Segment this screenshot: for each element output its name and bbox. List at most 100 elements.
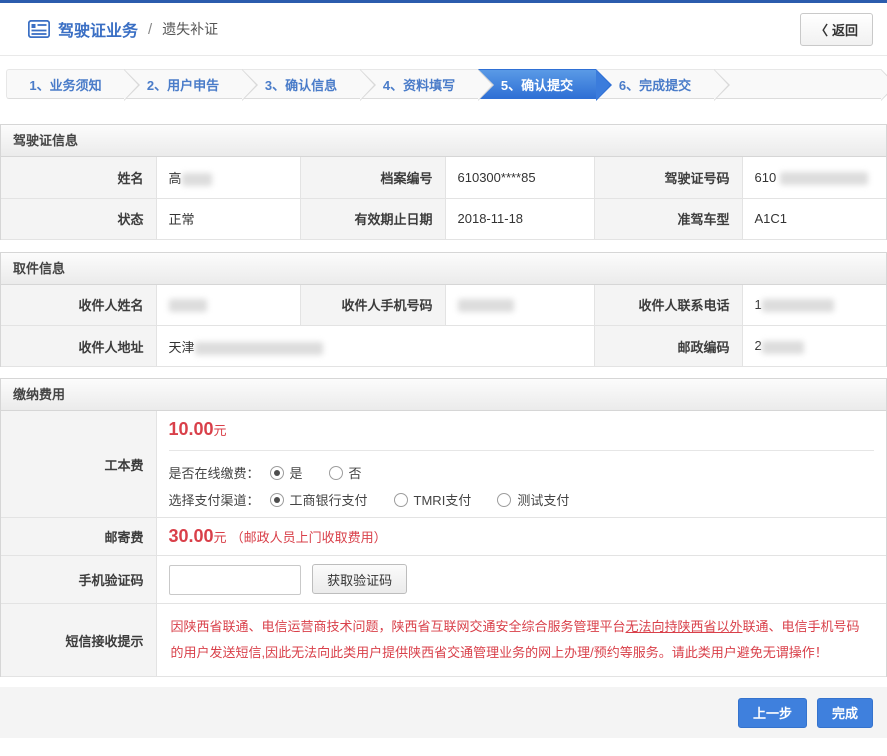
redacted-blur xyxy=(195,342,323,355)
license-no-label: 驾驶证号码 xyxy=(594,157,742,198)
step-label: 6、完成提交 xyxy=(619,75,691,94)
sms-notice-text: 因陕西省联通、电信运营商技术问题，陕西省互联网交通安全综合服务管理平台无法向持陕… xyxy=(156,604,886,677)
redacted-blur xyxy=(458,299,514,312)
production-fee-cell: 10.00元 是否在线缴费： 是 否 选择支付渠道： xyxy=(156,411,886,518)
sms-code-label: 手机验证码 xyxy=(1,556,156,604)
recipient-address-label: 收件人地址 xyxy=(1,326,156,367)
recipient-phone-value-visible: 1 xyxy=(755,297,762,312)
recipient-phone-label: 收件人联系电话 xyxy=(594,285,742,326)
redacted-blur xyxy=(169,299,207,312)
radio-online-no[interactable]: 否 xyxy=(329,463,362,482)
vehicle-class-value: A1C1 xyxy=(742,198,886,239)
table-row: 收件人地址 天津 邮政编码 2 xyxy=(1,326,886,367)
back-button[interactable]: 〈 返回 xyxy=(800,13,873,46)
sms-notice-part2-underlined: 无法向持陕西省以外 xyxy=(626,619,743,634)
table-row: 短信接收提示 因陕西省联通、电信运营商技术问题，陕西省互联网交通安全综合服务管理… xyxy=(1,604,886,677)
step-4-fill-data[interactable]: 4、资料填写 xyxy=(360,69,478,99)
recipient-address-value-visible: 天津 xyxy=(169,340,195,355)
postage-fee-note: （邮政人员上门收取费用） xyxy=(231,530,387,545)
step-5-confirm-submit[interactable]: 5、确认提交 xyxy=(478,69,596,99)
back-chevron-icon: 〈 xyxy=(815,20,828,39)
radio-channel-test[interactable]: 测试支付 xyxy=(497,490,569,509)
pickup-info-section-title: 取件信息 xyxy=(1,253,886,285)
step-progress-bar: 1、业务须知 2、用户申告 3、确认信息 4、资料填写 5、确认提交 6、完成提… xyxy=(6,69,881,99)
name-label: 姓名 xyxy=(1,157,156,198)
currency-unit: 元 xyxy=(214,530,227,545)
recipient-mobile-value xyxy=(445,285,594,326)
table-row: 收件人姓名 收件人手机号码 收件人联系电话 1 xyxy=(1,285,886,326)
breadcrumb-separator: / xyxy=(148,21,152,38)
pickup-info-table: 收件人姓名 收件人手机号码 收件人联系电话 1 收件人地址 天津 邮政编码 2 xyxy=(1,285,886,368)
footer-action-bar: 上一步 完成 xyxy=(0,687,887,738)
redacted-blur xyxy=(780,172,868,185)
previous-step-button[interactable]: 上一步 xyxy=(738,698,807,728)
expiry-label: 有效期止日期 xyxy=(300,198,445,239)
postage-fee-cell: 30.00元 （邮政人员上门收取费用） xyxy=(156,518,886,556)
step-label: 4、资料填写 xyxy=(383,75,455,94)
step-1-business-notice[interactable]: 1、业务须知 xyxy=(6,69,124,99)
breadcrumb-current: 遗失补证 xyxy=(162,19,218,39)
license-info-section: 驾驶证信息 姓名 高 档案编号 610300****85 驾驶证号码 610 状… xyxy=(0,124,887,240)
step-label: 2、用户申告 xyxy=(147,75,219,94)
back-label: 返回 xyxy=(832,20,858,39)
radio-label: 测试支付 xyxy=(517,490,569,509)
postage-fee-amount: 30.00 xyxy=(169,526,214,546)
file-no-value: 610300****85 xyxy=(445,157,594,198)
status-value: 正常 xyxy=(156,198,300,239)
step-bar-filler xyxy=(714,69,881,99)
vehicle-class-label: 准驾车型 xyxy=(594,198,742,239)
radio-channel-tmri[interactable]: TMRI支付 xyxy=(394,490,472,509)
pickup-info-section: 取件信息 收件人姓名 收件人手机号码 收件人联系电话 1 收件人地址 天津 邮政… xyxy=(0,252,887,368)
divider xyxy=(169,450,875,451)
table-row: 邮寄费 30.00元 （邮政人员上门收取费用） xyxy=(1,518,886,556)
payment-section: 缴纳费用 工本费 10.00元 是否在线缴费： 是 否 xyxy=(0,378,887,677)
status-label: 状态 xyxy=(1,198,156,239)
sms-notice-label: 短信接收提示 xyxy=(1,604,156,677)
radio-unselected-icon xyxy=(394,493,408,507)
online-pay-choice: 是否在线缴费： 是 否 xyxy=(169,463,875,482)
step-6-finish-submit[interactable]: 6、完成提交 xyxy=(596,69,714,99)
radio-channel-icbc[interactable]: 工商银行支付 xyxy=(270,490,368,509)
license-info-section-title: 驾驶证信息 xyxy=(1,125,886,157)
name-value-visible: 高 xyxy=(169,171,182,186)
license-no-value-visible: 610 xyxy=(755,170,777,185)
pay-channel-choice: 选择支付渠道： 工商银行支付 TMRI支付 测试支付 xyxy=(169,490,875,509)
table-row: 姓名 高 档案编号 610300****85 驾驶证号码 610 xyxy=(1,157,886,198)
get-code-button[interactable]: 获取验证码 xyxy=(312,564,407,594)
recipient-name-label: 收件人姓名 xyxy=(1,285,156,326)
step-2-user-declaration[interactable]: 2、用户申告 xyxy=(124,69,242,99)
radio-label: 是 xyxy=(290,463,303,482)
radio-selected-icon xyxy=(270,466,284,480)
sms-code-cell: 获取验证码 xyxy=(156,556,886,604)
breadcrumb: 驾驶证业务 / 遗失补证 xyxy=(28,17,218,41)
recipient-address-value: 天津 xyxy=(156,326,594,367)
radio-unselected-icon xyxy=(497,493,511,507)
recipient-name-value xyxy=(156,285,300,326)
expiry-value: 2018-11-18 xyxy=(445,198,594,239)
page-title: 驾驶证业务 xyxy=(58,17,138,41)
postal-code-value-visible: 2 xyxy=(755,338,762,353)
production-fee-amount: 10.00 xyxy=(169,419,214,439)
sms-code-input[interactable] xyxy=(169,565,301,595)
step-3-confirm-info[interactable]: 3、确认信息 xyxy=(242,69,360,99)
recipient-phone-value: 1 xyxy=(742,285,886,326)
sms-notice-part1: 因陕西省联通、电信运营商技术问题，陕西省互联网交通安全综合服务管理平台 xyxy=(171,619,626,634)
file-no-label: 档案编号 xyxy=(300,157,445,198)
postal-code-label: 邮政编码 xyxy=(594,326,742,367)
radio-online-yes[interactable]: 是 xyxy=(270,463,303,482)
table-row: 工本费 10.00元 是否在线缴费： 是 否 xyxy=(1,411,886,518)
currency-unit: 元 xyxy=(214,423,227,438)
name-value: 高 xyxy=(156,157,300,198)
table-row: 手机验证码 获取验证码 xyxy=(1,556,886,604)
license-form-icon xyxy=(28,20,50,38)
postage-fee-label: 邮寄费 xyxy=(1,518,156,556)
online-pay-question: 是否在线缴费： xyxy=(169,463,260,482)
finish-button[interactable]: 完成 xyxy=(817,698,873,728)
radio-unselected-icon xyxy=(329,466,343,480)
recipient-mobile-label: 收件人手机号码 xyxy=(300,285,445,326)
step-label: 5、确认提交 xyxy=(501,75,573,94)
redacted-blur xyxy=(762,299,834,312)
radio-label: 否 xyxy=(349,463,362,482)
radio-selected-icon xyxy=(270,493,284,507)
payment-table: 工本费 10.00元 是否在线缴费： 是 否 xyxy=(1,411,886,677)
